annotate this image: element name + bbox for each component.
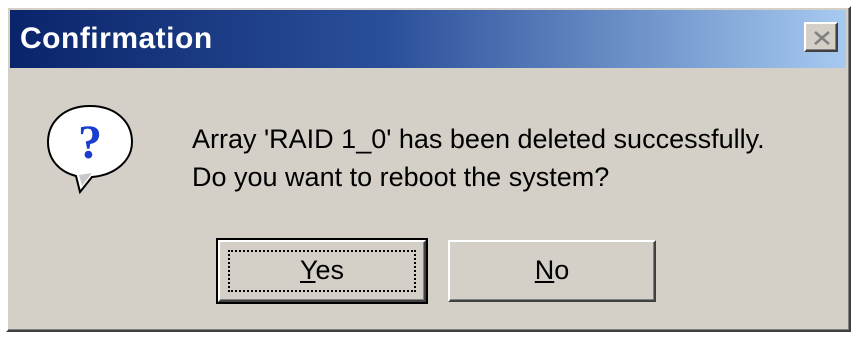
confirmation-dialog: Confirmation ? Array 'RAID 1_0' has been… xyxy=(6,6,851,332)
message-line-2: Do you want to reboot the system? xyxy=(192,162,610,192)
close-icon xyxy=(814,31,830,45)
no-label-rest: o xyxy=(554,255,570,285)
yes-button[interactable]: Yes xyxy=(216,238,428,304)
no-button[interactable]: No xyxy=(448,240,656,302)
message-text: Array 'RAID 1_0' has been deleted succes… xyxy=(192,120,765,196)
close-button[interactable] xyxy=(804,22,838,52)
yes-label-rest: es xyxy=(315,255,345,285)
yes-mnemonic: Y xyxy=(299,255,316,285)
no-mnemonic: N xyxy=(534,255,555,285)
message-line-1: Array 'RAID 1_0' has been deleted succes… xyxy=(192,124,765,154)
dialog-title: Confirmation xyxy=(20,22,213,55)
svg-text:?: ? xyxy=(78,116,102,169)
question-icon: ? xyxy=(46,104,134,195)
title-bar[interactable]: Confirmation xyxy=(10,10,846,68)
